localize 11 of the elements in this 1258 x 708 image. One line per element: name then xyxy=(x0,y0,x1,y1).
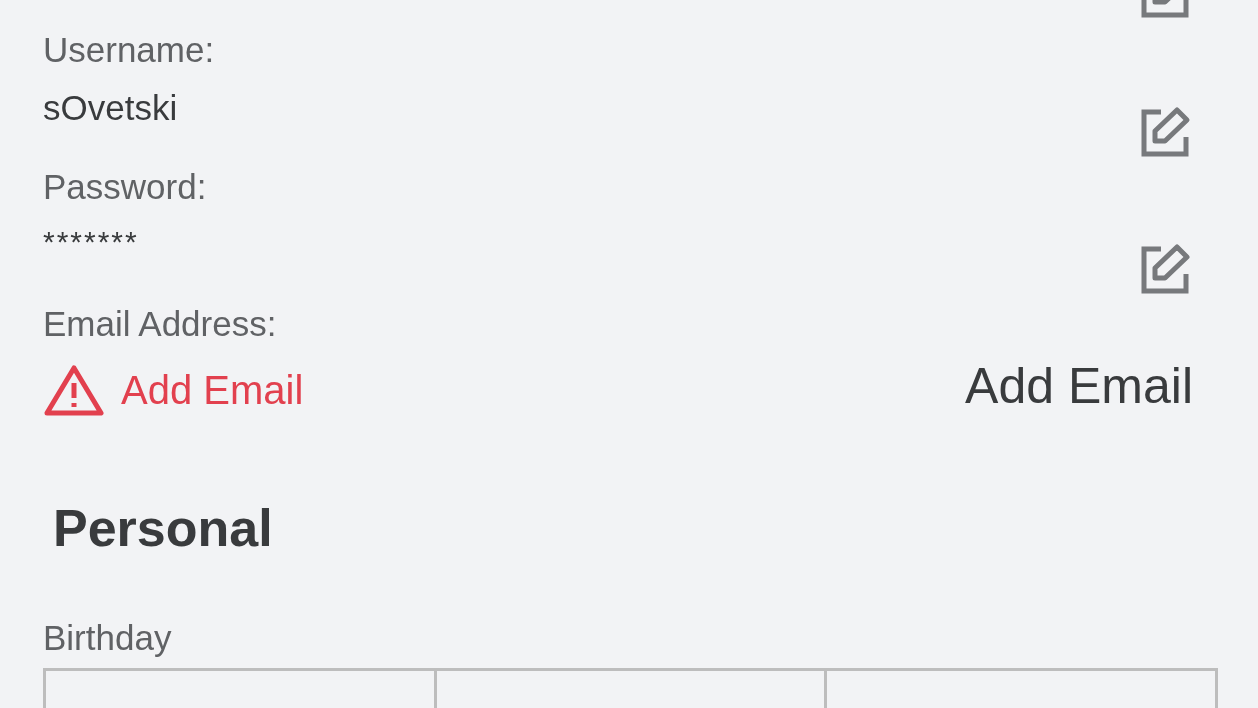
field-label: Birthday xyxy=(43,618,173,658)
warning-icon xyxy=(43,364,105,416)
field-label: Email Address: xyxy=(43,304,278,344)
field-label: Username: xyxy=(43,30,215,70)
field-label: Password: xyxy=(43,167,207,207)
section-heading: Personal xyxy=(53,498,274,558)
warning-text: Add Email xyxy=(121,367,304,414)
field-value: sOvetski xyxy=(43,88,179,128)
add-email-button[interactable]: Add Email xyxy=(965,358,1193,414)
password-mask: ******* xyxy=(43,227,140,257)
edit-icon[interactable] xyxy=(1141,242,1193,294)
